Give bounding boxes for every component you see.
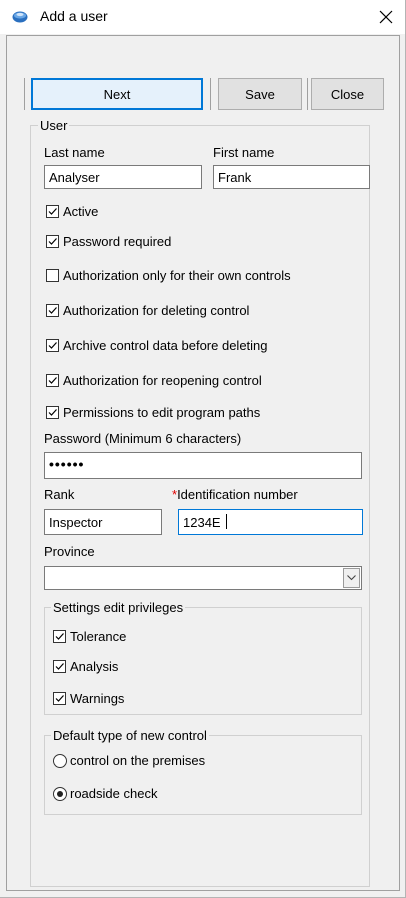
- checkbox-box: [46, 406, 59, 419]
- checkbox-label: Active: [63, 204, 99, 219]
- chevron-down-icon[interactable]: [343, 568, 360, 588]
- close-icon[interactable]: [374, 5, 398, 29]
- checkbox-label: Password required: [63, 234, 172, 249]
- radio-label: roadside check: [70, 786, 158, 801]
- default-control-group: [44, 735, 362, 815]
- checkbox-box: [53, 630, 66, 643]
- toolbar-separator: [307, 78, 308, 110]
- checkbox-box: [46, 304, 59, 317]
- password-required-checkbox[interactable]: Password required: [46, 234, 171, 249]
- province-label: Province: [44, 544, 95, 559]
- identification-number-field[interactable]: [178, 509, 363, 535]
- checkbox-box: [53, 660, 66, 673]
- rank-field[interactable]: [44, 509, 162, 535]
- default-control-title: Default type of new control: [51, 728, 209, 743]
- checkbox-label: Authorization only for their own control…: [63, 268, 291, 283]
- checkbox-label: Archive control data before deleting: [63, 338, 268, 353]
- user-group-title: User: [38, 118, 70, 133]
- active-checkbox[interactable]: Active: [46, 204, 98, 219]
- checkbox-label: Analysis: [70, 659, 119, 674]
- radio-label: control on the premises: [70, 753, 206, 768]
- checkbox-box: [46, 235, 59, 248]
- app-globe-icon: [12, 11, 28, 26]
- radio-control-on-premises[interactable]: control on the premises: [53, 753, 205, 768]
- window-title: Add a user: [40, 8, 108, 24]
- toolbar-separator: [210, 78, 211, 110]
- checkbox-box: [46, 269, 59, 282]
- last-name-field[interactable]: [44, 165, 202, 189]
- checkbox-box: [46, 339, 59, 352]
- province-dropdown[interactable]: [44, 566, 362, 590]
- password-label: Password (Minimum 6 characters): [44, 431, 242, 446]
- id-label-wrapper: *Identification number: [172, 487, 298, 502]
- checkbox-label: Authorization for reopening control: [63, 373, 262, 388]
- radio-roadside-check[interactable]: roadside check: [53, 786, 157, 801]
- checkbox-label: Authorization for deleting control: [63, 303, 250, 318]
- id-label: Identification number: [177, 487, 298, 502]
- own-controls-only-checkbox[interactable]: Authorization only for their own control…: [46, 268, 291, 283]
- close-button[interactable]: Close: [311, 78, 384, 110]
- checkbox-label: Warnings: [70, 691, 125, 706]
- warnings-checkbox[interactable]: Warnings: [53, 691, 124, 706]
- first-name-field[interactable]: [213, 165, 370, 189]
- archive-before-delete-checkbox[interactable]: Archive control data before deleting: [46, 338, 268, 353]
- reopen-control-checkbox[interactable]: Authorization for reopening control: [46, 373, 262, 388]
- radio-button: [53, 786, 67, 801]
- checkbox-box: [53, 692, 66, 705]
- password-field[interactable]: ••••••: [44, 452, 362, 479]
- checkbox-box: [46, 374, 59, 387]
- checkbox-box: [46, 205, 59, 218]
- delete-control-checkbox[interactable]: Authorization for deleting control: [46, 303, 249, 318]
- next-button[interactable]: Next: [31, 78, 203, 110]
- checkbox-label: Tolerance: [70, 629, 127, 644]
- save-button[interactable]: Save: [218, 78, 302, 110]
- edit-program-paths-checkbox[interactable]: Permissions to edit program paths: [46, 405, 260, 420]
- analysis-checkbox[interactable]: Analysis: [53, 659, 118, 674]
- rank-label: Rank: [44, 487, 75, 502]
- settings-privileges-title: Settings edit privileges: [51, 600, 186, 615]
- add-user-dialog: Add a user Next Save Close User Last nam…: [0, 0, 406, 898]
- last-name-label: Last name: [44, 145, 105, 160]
- title-bar: Add a user: [0, 0, 405, 34]
- toolbar-separator: [24, 78, 25, 110]
- text-caret: [226, 514, 227, 529]
- tolerance-checkbox[interactable]: Tolerance: [53, 629, 126, 644]
- checkbox-label: Permissions to edit program paths: [63, 405, 261, 420]
- first-name-label: First name: [213, 145, 275, 160]
- radio-button: [53, 753, 67, 768]
